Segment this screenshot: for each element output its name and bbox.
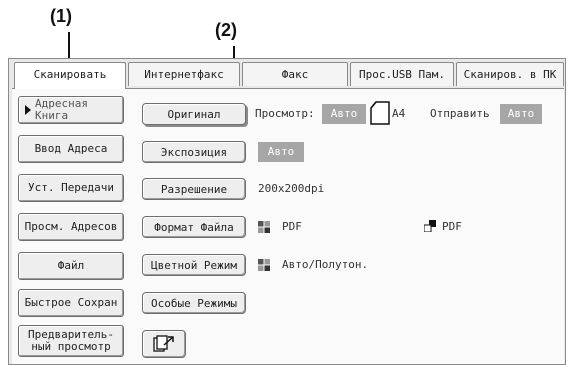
tab-usb-memory[interactable]: Прос.USB Пам. (350, 62, 454, 86)
send-value: Авто (500, 104, 542, 124)
file-format-button[interactable]: Формат Файла (142, 216, 246, 238)
tab-scan[interactable]: Сканировать (14, 62, 126, 89)
tab-scan-to-pc[interactable]: Сканиров. в ПК (456, 62, 564, 86)
exposure-value: Авто (258, 142, 304, 162)
color-quad-icon (258, 259, 270, 271)
resolution-button[interactable]: Разрешение (142, 178, 246, 200)
callout-2: (2) (215, 20, 237, 40)
triangle-right-icon (25, 105, 31, 115)
special-modes-button[interactable]: Особые Режимы (142, 292, 246, 314)
address-book-line2: Книга (35, 109, 69, 122)
document-page-icon (370, 101, 390, 125)
send-label: Отправить (430, 107, 490, 120)
tab-fax[interactable]: Факс (242, 62, 348, 86)
send-preview-icon (153, 335, 174, 352)
preview-label: Просмотр: (255, 107, 315, 120)
color-mode-value: Авто/Полутон. (282, 258, 369, 271)
file-format-color: PDF (282, 220, 302, 233)
file-format-bw: PDF (442, 220, 462, 233)
original-button[interactable]: Оригинал (142, 103, 246, 125)
paper-size: A4 (392, 107, 406, 120)
address-entry-button[interactable]: Ввод Адреса (18, 135, 124, 163)
send-preview-button[interactable] (142, 330, 186, 358)
color-quad-icon (258, 221, 270, 233)
preview-button[interactable]: Предваритель- ный просмотр (18, 325, 124, 357)
exposure-button[interactable]: Экспозиция (142, 141, 246, 163)
mode-tabs: Сканировать Интернетфакс Факс Прос.USB П… (12, 62, 564, 89)
address-book-button[interactable]: Адресная Книга (18, 96, 124, 124)
preview-line2: ный просмотр (31, 340, 111, 353)
bw-file-icon (424, 220, 436, 232)
callout-1: (1) (50, 6, 72, 26)
tab-internet-fax[interactable]: Интернетфакс (128, 62, 240, 86)
address-review-button[interactable]: Просм. Адресов (18, 213, 124, 241)
resolution-value: 200x200dpi (258, 182, 325, 195)
file-button[interactable]: Файл (18, 252, 124, 280)
send-settings-button[interactable]: Уст. Передачи (18, 174, 124, 202)
quick-save-button[interactable]: Быстрое Сохран (18, 289, 124, 317)
color-mode-button[interactable]: Цветной Режим (142, 254, 246, 276)
preview-value: Авто (322, 104, 366, 124)
